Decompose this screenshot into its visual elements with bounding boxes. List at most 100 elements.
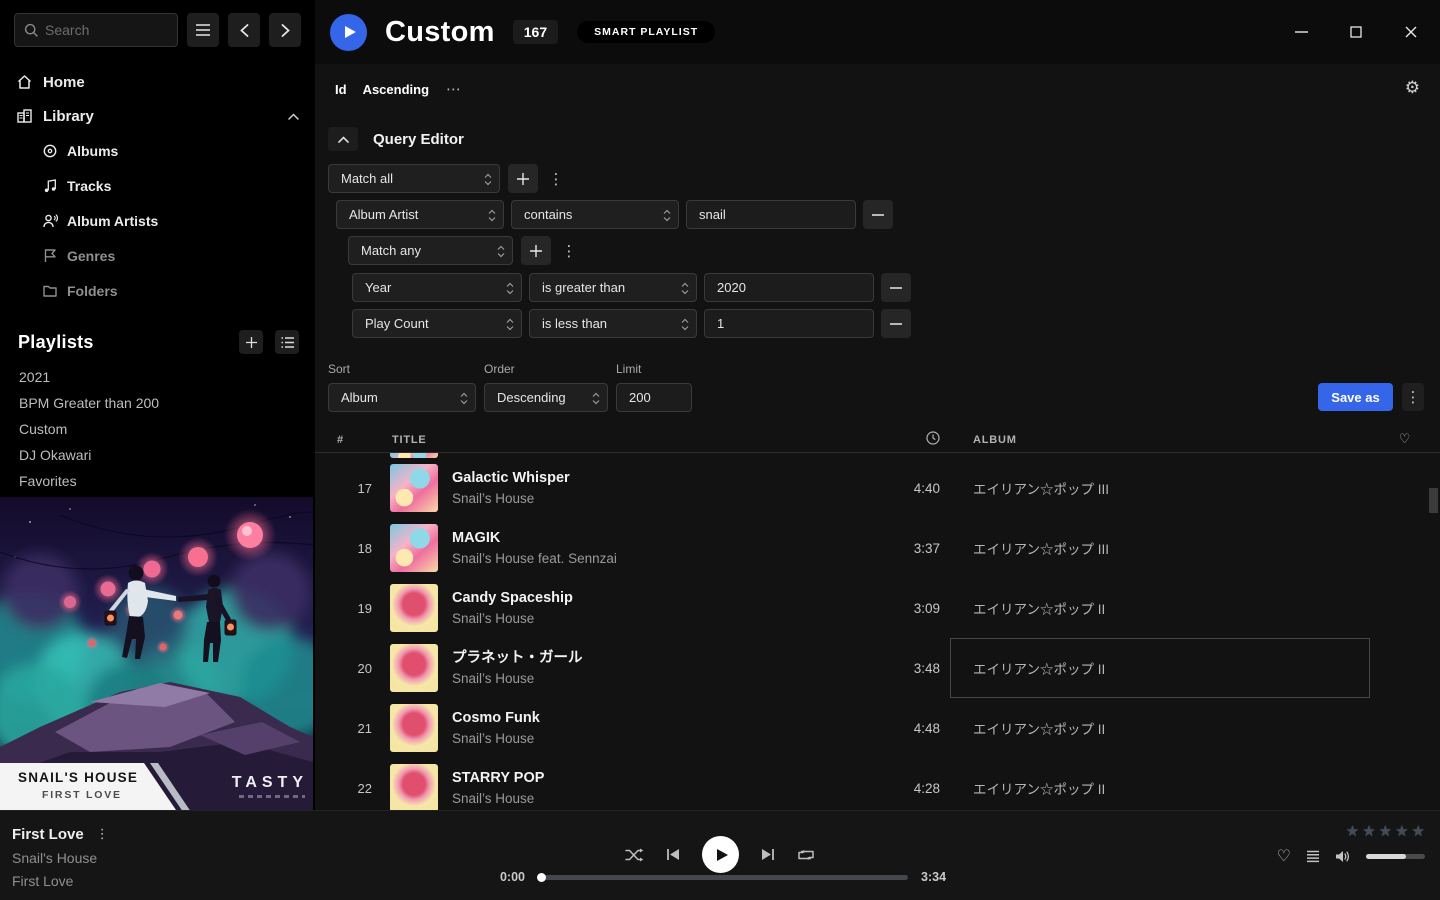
rule-value-input[interactable] — [704, 273, 874, 302]
track-album[interactable]: エイリアン☆ポップ II — [950, 758, 1370, 810]
save-as-button[interactable]: Save as — [1318, 383, 1393, 411]
star-icon[interactable]: ★ — [1362, 824, 1375, 839]
track-album[interactable]: エイリアン☆ポップ II — [950, 578, 1370, 638]
sidebar-item-album-artists[interactable]: Album Artists — [0, 203, 315, 238]
track-row[interactable]: 19 Candy Spaceship Snail’s House 3:09 エイ… — [315, 578, 1440, 638]
menu-button[interactable] — [187, 13, 219, 47]
search-placeholder: Search — [45, 22, 89, 38]
repeat-button[interactable] — [797, 848, 815, 862]
now-playing-kebab-icon[interactable]: ⋮ — [96, 827, 109, 842]
star-icon[interactable]: ★ — [1412, 824, 1425, 839]
window-minimize-button[interactable] — [1286, 17, 1316, 47]
remove-rule-button[interactable] — [881, 309, 911, 338]
nav-forward-button[interactable] — [269, 13, 301, 47]
column-header-title[interactable]: TITLE — [390, 434, 860, 446]
play-pause-button[interactable] — [702, 836, 739, 873]
column-header-index[interactable]: # — [315, 434, 390, 446]
volume-slider[interactable] — [1366, 854, 1425, 859]
window-maximize-button[interactable] — [1341, 17, 1371, 47]
more-options-button[interactable]: ⋯ — [446, 80, 461, 98]
star-icon[interactable]: ★ — [1346, 824, 1359, 839]
rule-operator-select[interactable]: contains — [511, 200, 679, 229]
playlist-list-button[interactable] — [275, 330, 299, 354]
track-album[interactable]: エイリアン☆ポップ III — [950, 518, 1370, 578]
track-artist[interactable]: Snail’s House — [452, 492, 860, 506]
seek-bar[interactable] — [538, 875, 908, 880]
volume-button[interactable] — [1335, 850, 1351, 863]
playlist-item[interactable]: DJ Okawari — [0, 442, 315, 468]
track-row[interactable]: 17 Galactic Whisper Snail’s House 4:40 エ… — [315, 458, 1440, 518]
search-input[interactable]: Search — [14, 13, 178, 47]
add-rule-button[interactable] — [521, 236, 551, 265]
rule-field-select[interactable]: Play Count — [352, 309, 522, 338]
shuffle-button[interactable] — [625, 848, 644, 862]
gear-icon[interactable]: ⚙ — [1405, 80, 1420, 97]
playlist-item[interactable]: 2021 — [0, 364, 315, 390]
track-album-focused-cell[interactable]: エイリアン☆ポップ II — [950, 638, 1370, 698]
remove-rule-button[interactable] — [881, 273, 911, 302]
track-row[interactable]: 18 MAGIK Snail’s House feat. Sennzai 3:3… — [315, 518, 1440, 578]
next-button[interactable] — [761, 848, 775, 861]
limit-input[interactable] — [616, 383, 692, 412]
save-options-kebab-icon[interactable]: ⋮ — [1402, 383, 1424, 411]
track-artist[interactable]: Snail’s House — [452, 792, 860, 806]
remove-rule-button[interactable] — [863, 200, 893, 229]
minus-icon — [872, 214, 884, 216]
seek-knob[interactable] — [537, 873, 546, 882]
track-artist[interactable]: Snail’s House — [452, 612, 860, 626]
table-scrollbar-thumb[interactable] — [1429, 488, 1438, 513]
track-row[interactable]: 20 プラネット・ガール Snail’s House 3:48 エイリアン☆ポッ… — [315, 638, 1440, 698]
sort-select[interactable]: Album — [328, 383, 476, 412]
match-type-select[interactable]: Match any — [348, 236, 513, 265]
add-playlist-button[interactable] — [239, 330, 263, 354]
rule-field-select[interactable]: Year — [352, 273, 522, 302]
playlist-item[interactable]: BPM Greater than 200 — [0, 390, 315, 416]
column-header-album[interactable]: ALBUM — [950, 434, 1370, 446]
query-collapse-button[interactable] — [328, 127, 358, 151]
group-kebab-icon[interactable]: ⋮ — [546, 164, 566, 193]
now-playing-artist[interactable]: Snail's House — [12, 850, 109, 866]
star-icon[interactable]: ★ — [1395, 824, 1408, 839]
collapse-chevron-icon[interactable] — [288, 113, 299, 120]
sidebar-item-library[interactable]: Library — [0, 99, 315, 133]
sidebar-item-tracks[interactable]: Tracks — [0, 168, 315, 203]
track-artist[interactable]: Snail’s House — [452, 672, 860, 686]
repeat-icon — [797, 848, 815, 862]
duration-clock-icon[interactable] — [926, 431, 950, 448]
window-close-button[interactable] — [1396, 17, 1426, 47]
sort-direction-button[interactable]: Ascending — [363, 82, 429, 97]
group-kebab-icon[interactable]: ⋮ — [559, 236, 579, 265]
track-artist[interactable]: Snail’s House — [452, 732, 860, 746]
nav-back-button[interactable] — [228, 13, 260, 47]
sidebar-item-folders[interactable]: Folders — [0, 273, 315, 308]
now-playing-album[interactable]: First Love — [12, 873, 109, 889]
star-icon[interactable]: ★ — [1379, 824, 1392, 839]
rule-value-input[interactable] — [704, 309, 874, 338]
play-playlist-button[interactable] — [330, 14, 367, 51]
rule-value-input[interactable] — [686, 200, 856, 229]
rule-operator-select[interactable]: is greater than — [529, 273, 697, 302]
track-album[interactable]: エイリアン☆ポップ III — [950, 458, 1370, 518]
rule-field-select[interactable]: Album Artist — [336, 200, 504, 229]
track-row[interactable]: 22 STARRY POP Snail’s House 4:28 エイリアン☆ポ… — [315, 758, 1440, 810]
playlist-item[interactable]: Custom — [0, 416, 315, 442]
rule-operator-select[interactable]: is less than — [529, 309, 697, 338]
now-playing-title[interactable]: First Love — [12, 826, 84, 843]
playlist-item[interactable]: Favorites — [0, 468, 315, 494]
track-row[interactable]: 21 Cosmo Funk Snail’s House 4:48 エイリアン☆ポ… — [315, 698, 1440, 758]
sort-field-button[interactable]: Id — [335, 82, 347, 97]
queue-button[interactable] — [1306, 850, 1320, 863]
sidebar-item-genres[interactable]: Genres — [0, 238, 315, 273]
track-artist[interactable]: Snail’s House feat. Sennzai — [452, 552, 860, 566]
order-select[interactable]: Descending — [484, 383, 608, 412]
sidebar-item-albums[interactable]: Albums — [0, 133, 315, 168]
sidebar-item-home[interactable]: Home — [0, 65, 315, 99]
add-rule-button[interactable] — [508, 164, 538, 193]
now-playing-artwork[interactable]: SNAIL'S HOUSE FIRST LOVE TASTY — [0, 497, 313, 810]
match-type-select[interactable]: Match all — [328, 164, 500, 193]
favorite-column-heart-icon[interactable]: ♡ — [1399, 432, 1411, 447]
favorite-heart-icon[interactable]: ♡ — [1277, 848, 1291, 864]
track-album[interactable]: エイリアン☆ポップ II — [950, 698, 1370, 758]
previous-button[interactable] — [666, 848, 680, 861]
track-table: # TITLE ALBUM ♡ 17 Galactic Whisper Snai… — [315, 427, 1440, 810]
